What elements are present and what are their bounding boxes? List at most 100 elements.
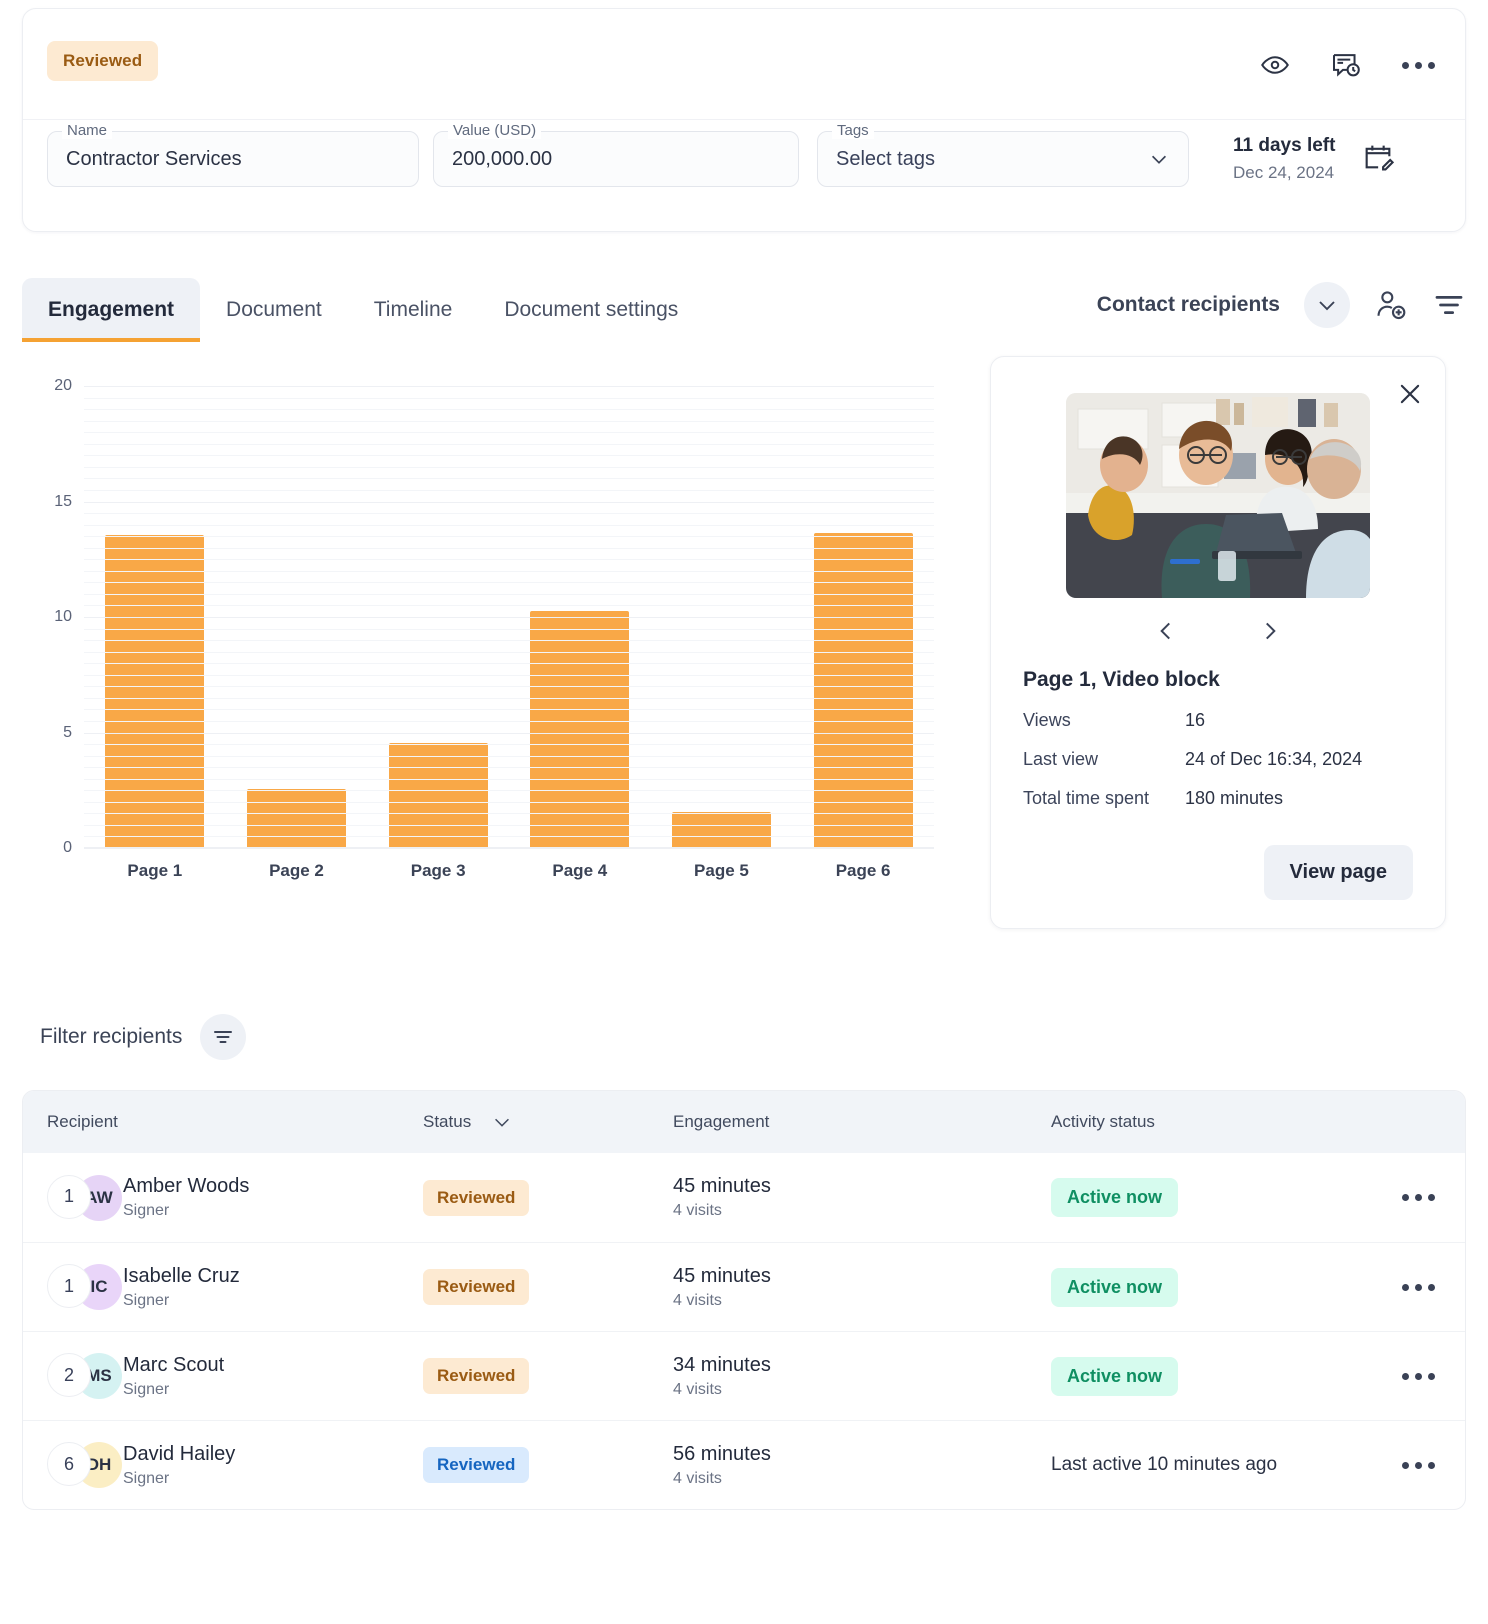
tags-field-label: Tags: [832, 122, 874, 139]
chart-gridline: [84, 778, 934, 780]
cell-engagement: 45 minutes 4 visits: [673, 1175, 1051, 1220]
chevron-left-icon[interactable]: [1153, 618, 1179, 644]
add-person-icon[interactable]: [1374, 288, 1408, 322]
engagement-time: 34 minutes: [673, 1353, 771, 1376]
more-horizontal-icon[interactable]: [1402, 1461, 1435, 1469]
cell-status: Reviewed: [423, 1179, 673, 1216]
chart-bar[interactable]: [813, 532, 913, 847]
calendar-edit-icon[interactable]: [1361, 140, 1395, 179]
document-fields: Name Contractor Services Value (USD) 200…: [47, 122, 1441, 187]
chart-x-tick-label: Page 1: [127, 861, 183, 880]
column-header-status[interactable]: Status: [423, 1111, 673, 1133]
chart-gridline: [84, 824, 934, 826]
comment-clock-icon[interactable]: [1330, 49, 1362, 81]
engagement-visits: 4 visits: [673, 1202, 722, 1219]
recipient-order-badge: 1: [47, 1264, 91, 1308]
chart-gridline: [84, 790, 934, 792]
chart-gridline: [84, 409, 934, 411]
chart-x-tick-label: Page 6: [835, 861, 891, 880]
chart-gridline: [84, 720, 934, 722]
cell-activity-status: Last active 10 minutes ago: [1051, 1454, 1391, 1476]
value-field[interactable]: Value (USD) 200,000.00: [433, 122, 799, 187]
cell-activity-status: Active now: [1051, 1178, 1391, 1217]
stat-views: Views 16: [1023, 710, 1413, 731]
cell-engagement: 34 minutes 4 visits: [673, 1354, 1051, 1399]
chart-bar[interactable]: [246, 789, 346, 847]
filter-recipients-label: Filter recipients: [40, 1025, 183, 1048]
contact-recipients-label[interactable]: Contact recipients: [1097, 293, 1280, 317]
chart-bar[interactable]: [530, 611, 630, 847]
chart-gridline: [84, 697, 934, 699]
more-horizontal-icon[interactable]: [1402, 1283, 1435, 1291]
table-row[interactable]: 6 DH David Hailey Signer Reviewed 56 minutes 4…: [23, 1420, 1465, 1509]
chart-gridline: [84, 570, 934, 572]
more-horizontal-icon[interactable]: [1402, 61, 1435, 69]
filter-icon[interactable]: [1432, 288, 1466, 322]
filter-icon[interactable]: [200, 1014, 247, 1060]
chart-gridline: [84, 836, 934, 838]
name-field-value: Contractor Services: [66, 147, 242, 170]
due-date-text: Dec 24, 2024: [1233, 162, 1335, 182]
chart-gridline: [84, 432, 934, 434]
avatar: 1 IC: [47, 1264, 123, 1310]
more-horizontal-icon[interactable]: [1402, 1194, 1435, 1201]
stat-views-value: 16: [1185, 710, 1206, 730]
chart-gridline: [84, 466, 934, 468]
tags-select[interactable]: Tags Select tags: [817, 122, 1189, 187]
chevron-down-icon[interactable]: [1304, 282, 1350, 328]
view-page-button[interactable]: View page: [1263, 845, 1413, 900]
chart-bar[interactable]: [388, 743, 488, 847]
column-header-activity-status: Activity status: [1051, 1112, 1155, 1131]
recipient-name: Marc Scout: [123, 1353, 225, 1376]
chart-gridline: [84, 420, 934, 422]
chevron-right-icon[interactable]: [1257, 618, 1283, 644]
eye-icon[interactable]: [1260, 50, 1290, 80]
chart-gridline: [84, 674, 934, 676]
tabs-actions: Contact recipients: [1097, 282, 1466, 342]
recipient-identity: Amber Woods Signer: [123, 1175, 249, 1220]
chart-gridline: [84, 732, 934, 734]
name-field[interactable]: Name Contractor Services: [47, 122, 419, 187]
column-header-status-label: Status: [423, 1112, 472, 1131]
tab-list: Engagement Document Timeline Document se…: [22, 278, 704, 342]
activity-status-badge: Active now: [1051, 1267, 1179, 1307]
name-field-label: Name: [62, 122, 113, 139]
days-left-text: 11 days left: [1233, 135, 1336, 157]
stat-total-time-label: Total time spent: [1023, 788, 1150, 808]
cell-recipient: 1 AW Amber Woods Signer: [23, 1174, 423, 1221]
recipient-role: Signer: [123, 1469, 170, 1487]
status-badge: Reviewed: [423, 1179, 530, 1216]
engagement-visits: 4 visits: [673, 1291, 722, 1309]
recipient-identity: Isabelle Cruz Signer: [123, 1265, 240, 1310]
chart-gridline: [84, 709, 934, 711]
tab-document[interactable]: Document: [200, 278, 348, 342]
stat-last-view: Last view 24 of Dec 16:34, 2024: [1023, 749, 1413, 770]
table-row[interactable]: 1 IC Isabelle Cruz Signer Reviewed 45 minutes…: [23, 1242, 1465, 1331]
recipient-identity: Marc Scout Signer: [123, 1354, 224, 1399]
page-thumbnail[interactable]: [1066, 393, 1370, 598]
chart-x-tick-label: Page 3: [410, 861, 466, 880]
table-row[interactable]: 2 MS Marc Scout Signer Reviewed 34 minutes 4 v…: [23, 1331, 1465, 1420]
cell-status: Reviewed: [423, 1269, 673, 1305]
close-icon[interactable]: [1395, 379, 1425, 414]
engagement-visits: 4 visits: [673, 1469, 722, 1487]
cell-recipient: 6 DH David Hailey Signer: [23, 1442, 423, 1488]
chart-bar[interactable]: [671, 812, 771, 847]
tab-document-settings[interactable]: Document settings: [478, 278, 704, 342]
chevron-down-icon: [495, 1118, 510, 1127]
avatar: 2 MS: [47, 1353, 123, 1399]
chart-gridline: [84, 767, 934, 769]
chart-gridline: [84, 628, 934, 630]
tab-engagement[interactable]: Engagement: [22, 278, 201, 342]
more-horizontal-icon[interactable]: [1402, 1372, 1435, 1380]
tab-timeline[interactable]: Timeline: [348, 278, 479, 342]
cell-activity-status: Active now: [1051, 1267, 1391, 1307]
status-badge: Reviewed: [47, 41, 159, 81]
cell-row-menu: [1391, 1461, 1465, 1469]
chart-y-tick-label: 20: [54, 377, 72, 394]
engagement-time: 45 minutes: [673, 1175, 771, 1197]
table-row[interactable]: 1 AW Amber Woods Signer Reviewed 45 minutes 4 …: [23, 1153, 1465, 1242]
chart-y-tick-label: 5: [63, 723, 72, 741]
chart-gridline: [84, 651, 934, 653]
status-badge: Reviewed: [423, 1269, 530, 1305]
